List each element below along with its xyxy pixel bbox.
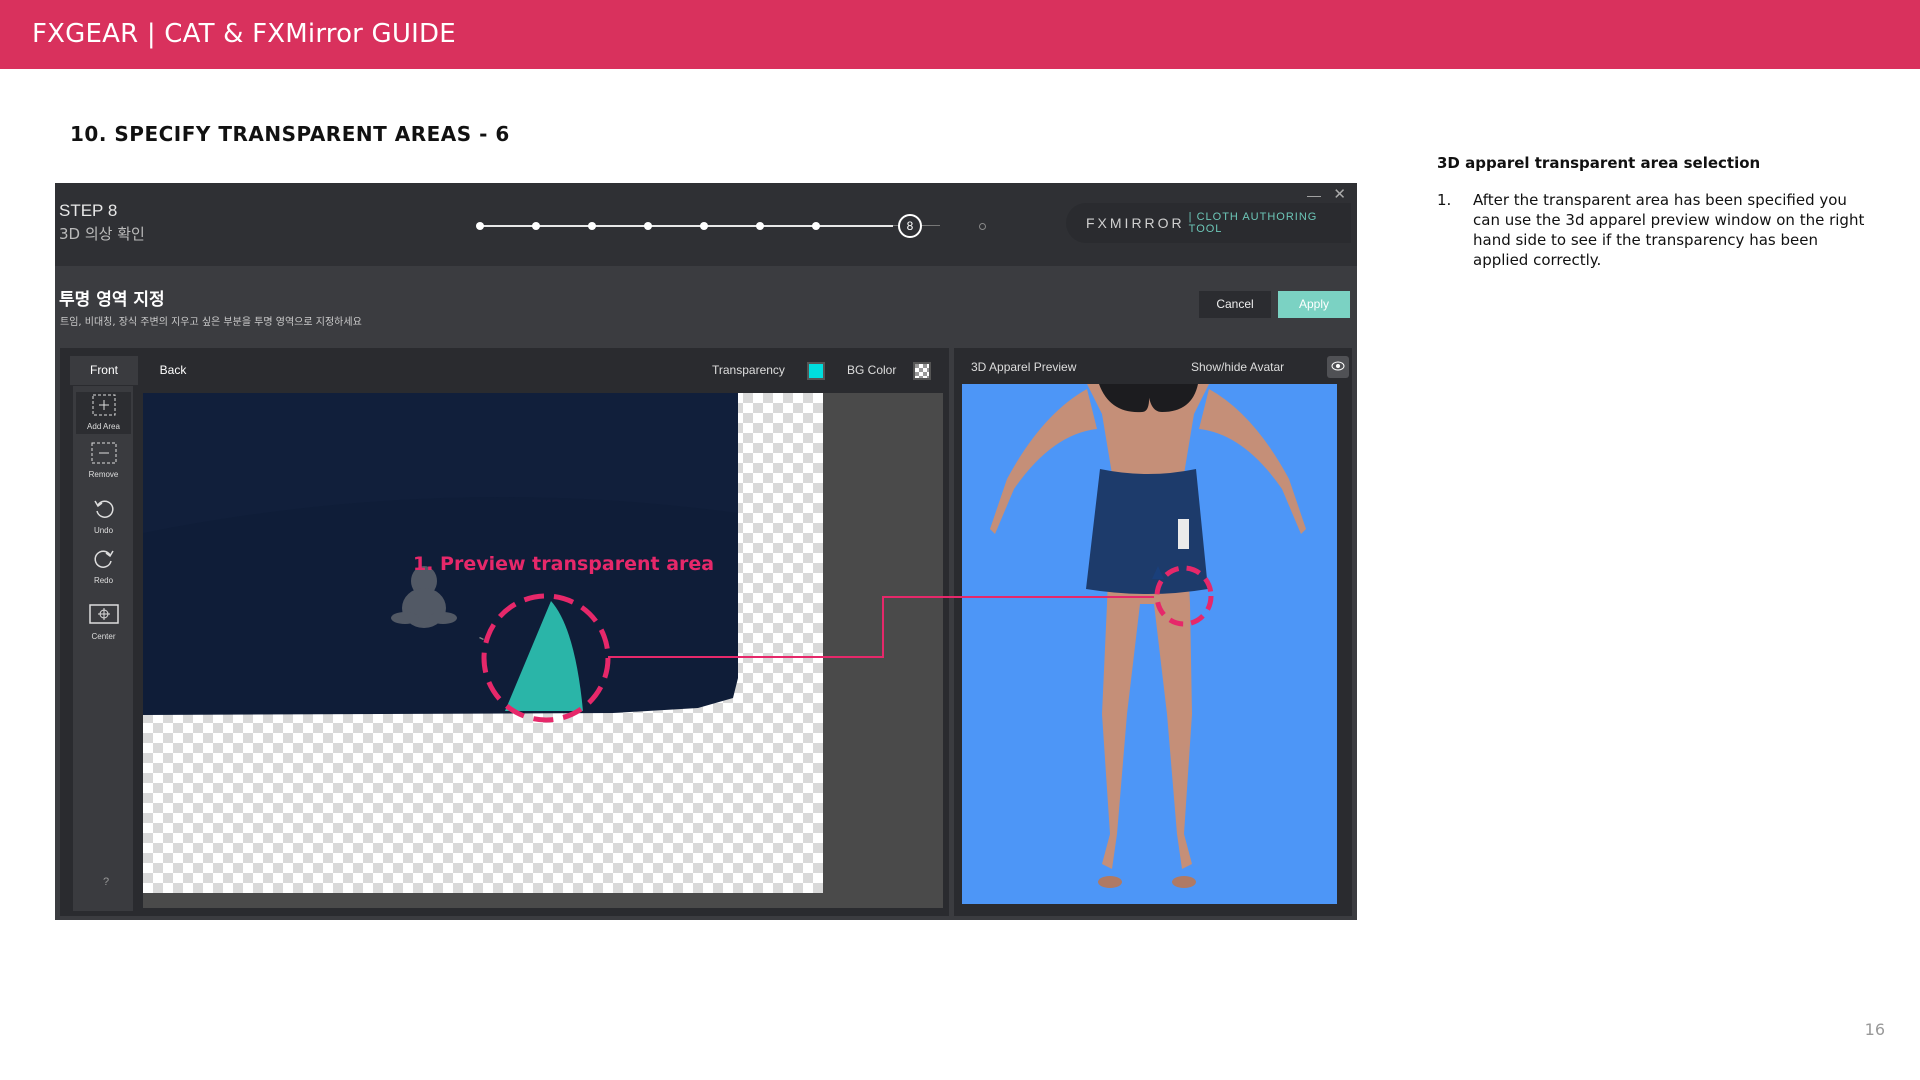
preview-viewport[interactable] bbox=[962, 384, 1337, 904]
brand-name: FXMIRROR bbox=[1086, 215, 1185, 231]
cancel-button[interactable]: Cancel bbox=[1199, 291, 1271, 318]
app-screenshot: STEP 8 3D 의상 확인 8 — ✕ FXMIRROR | CLOTH A… bbox=[55, 183, 1357, 920]
remove-area-button[interactable]: Remove bbox=[76, 442, 131, 479]
progress-current-step[interactable]: 8 bbox=[898, 214, 922, 238]
help-icon[interactable]: ? bbox=[103, 876, 109, 888]
page-header: FXGEAR | CAT & FXMirror GUIDE bbox=[0, 0, 1920, 69]
undo-icon bbox=[76, 498, 131, 522]
progress-last-step bbox=[979, 223, 986, 230]
tool-label: Add Area bbox=[87, 422, 120, 431]
page-number: 16 bbox=[1864, 1020, 1885, 1039]
step-title: STEP 8 bbox=[59, 201, 118, 220]
progress-step-dot[interactable] bbox=[476, 222, 484, 230]
notes-item: 1. After the transparent area has been s… bbox=[1437, 190, 1877, 270]
add-area-icon bbox=[76, 394, 131, 418]
brand-tag: | CLOTH AUTHORING TOOL bbox=[1188, 211, 1318, 235]
center-button[interactable]: Center bbox=[76, 604, 131, 641]
area-title: 투명 영역 지정 bbox=[59, 290, 165, 310]
price-tag bbox=[1178, 519, 1189, 549]
garment-texture bbox=[143, 393, 738, 715]
redo-icon bbox=[76, 548, 131, 572]
editing-canvas[interactable] bbox=[143, 393, 943, 908]
progress-step-dot[interactable] bbox=[532, 222, 540, 230]
redo-button[interactable]: Redo bbox=[76, 548, 131, 585]
progress-step-dot[interactable] bbox=[756, 222, 764, 230]
notes-item-number: 1. bbox=[1437, 191, 1452, 209]
tab-front[interactable]: Front bbox=[70, 356, 138, 385]
section-title: 10. SPECIFY TRANSPARENT AREAS - 6 bbox=[70, 122, 510, 146]
progress-step-dot[interactable] bbox=[700, 222, 708, 230]
tab-back[interactable]: Back bbox=[139, 356, 207, 385]
transparency-label: Transparency bbox=[712, 363, 785, 377]
tool-label: Undo bbox=[93, 526, 114, 535]
app-top-bar: STEP 8 3D 의상 확인 8 — ✕ FXMIRROR | CLOTH A… bbox=[55, 183, 1357, 266]
preview-panel: 3D Apparel Preview Show/hide Avatar bbox=[954, 348, 1352, 916]
progress-step-dot[interactable] bbox=[644, 222, 652, 230]
tool-label: Center bbox=[91, 632, 116, 641]
transparency-color-swatch[interactable] bbox=[807, 362, 825, 380]
tool-label: Redo bbox=[93, 576, 114, 585]
preview-label: 3D Apparel Preview bbox=[971, 360, 1077, 374]
header-title: FXGEAR | CAT & FXMirror GUIDE bbox=[32, 19, 456, 49]
progress-step-dot[interactable] bbox=[588, 222, 596, 230]
step-subtitle: 3D 의상 확인 bbox=[59, 225, 145, 243]
add-area-button[interactable]: Add Area bbox=[76, 392, 131, 434]
avatar-toggle-label: Show/hide Avatar bbox=[1191, 360, 1285, 374]
notes-item-text: After the transparent area has been spec… bbox=[1473, 191, 1865, 269]
bg-color-swatch[interactable] bbox=[913, 362, 931, 380]
brand-logo: FXMIRROR | CLOTH AUTHORING TOOL bbox=[1066, 203, 1351, 243]
area-description: 트임, 비대칭, 장식 주변의 지우고 싶은 부분을 투명 영역으로 지정하세요 bbox=[60, 317, 362, 328]
tool-sidebar: Add Area Remove Undo Redo Center ? bbox=[73, 386, 133, 911]
bg-color-label: BG Color bbox=[847, 363, 897, 377]
callout-label: 1. Preview transparent area bbox=[413, 553, 715, 575]
eye-icon[interactable] bbox=[1327, 356, 1349, 378]
minimize-icon[interactable]: — bbox=[1307, 187, 1321, 203]
apply-button[interactable]: Apply bbox=[1278, 291, 1350, 318]
step-progress: 8 bbox=[476, 214, 990, 238]
editor-panel: Front Back Transparency BG Color Add Are… bbox=[60, 348, 949, 916]
notes-panel: 3D apparel transparent area selection 1.… bbox=[1437, 154, 1877, 270]
close-icon[interactable]: ✕ bbox=[1333, 185, 1346, 203]
remove-area-icon bbox=[76, 442, 131, 466]
notes-heading: 3D apparel transparent area selection bbox=[1437, 154, 1761, 172]
progress-step-dot[interactable] bbox=[812, 222, 820, 230]
undo-button[interactable]: Undo bbox=[76, 498, 131, 535]
center-icon bbox=[76, 604, 131, 628]
tool-label: Remove bbox=[88, 470, 119, 479]
avatar-figure bbox=[990, 384, 1306, 888]
progress-line-done bbox=[480, 225, 893, 227]
